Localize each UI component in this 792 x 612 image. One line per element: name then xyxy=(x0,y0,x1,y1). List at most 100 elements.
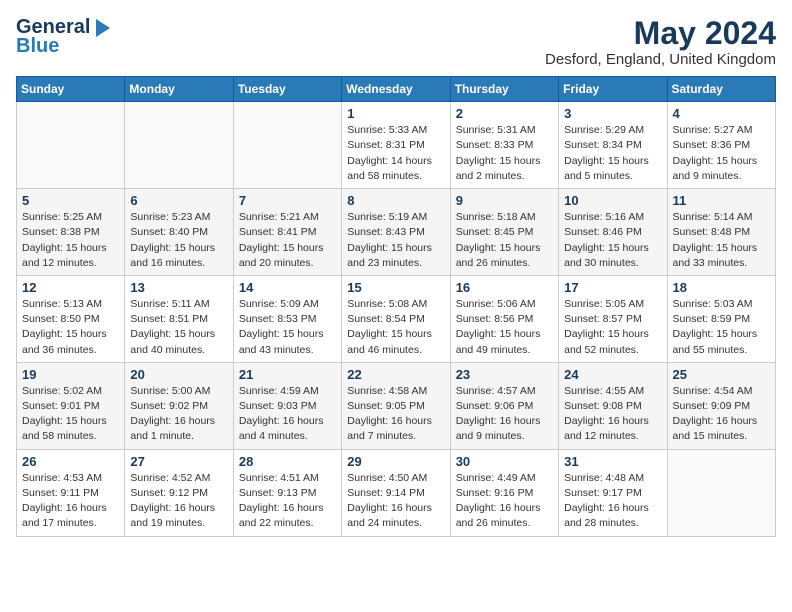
calendar-cell: 14Sunrise: 5:09 AMSunset: 8:53 PMDayligh… xyxy=(233,275,341,362)
calendar-cell: 29 Sunrise: 4:50 AMSunset: 9:14 PMDayligh… xyxy=(342,449,450,536)
day-info: Sunrise: 5:08 AMSunset: 8:54 PMDaylight:… xyxy=(347,297,444,358)
calendar-cell: 30 Sunrise: 4:49 AMSunset: 9:16 PMDayligh… xyxy=(450,449,558,536)
day-info: Sunrise: 5:25 AMSunset: 8:38 PMDaylight:… xyxy=(22,210,119,271)
location: Desford, England, United Kingdom xyxy=(545,51,776,68)
day-number: 5 xyxy=(22,193,119,208)
day-number: 8 xyxy=(347,193,444,208)
day-number: 24 xyxy=(564,367,661,382)
day-number: 19 xyxy=(22,367,119,382)
day-number: 12 xyxy=(22,280,119,295)
day-info: Sunrise: 5:09 AMSunset: 8:53 PMDaylight:… xyxy=(239,297,336,358)
calendar-body: 1 Sunrise: 5:33 AMSunset: 8:31 PMDaylight… xyxy=(17,102,776,536)
day-number: 7 xyxy=(239,193,336,208)
calendar-cell: 18Sunrise: 5:03 AMSunset: 8:59 PMDayligh… xyxy=(667,275,775,362)
calendar-cell xyxy=(125,102,233,189)
day-info: Sunrise: 4:53 AMSunset: 9:11 PMDaylight:… xyxy=(22,471,119,532)
day-info: Sunrise: 4:54 AMSunset: 9:09 PMDaylight:… xyxy=(673,384,770,445)
day-info: Sunrise: 5:11 AMSunset: 8:51 PMDaylight:… xyxy=(130,297,227,358)
page-header: General Blue May 2024 Desford, England, … xyxy=(16,16,776,68)
calendar-cell: 22 Sunrise: 4:58 AMSunset: 9:05 PMDayligh… xyxy=(342,362,450,449)
day-number: 30 xyxy=(456,454,553,469)
day-info: Sunrise: 5:23 AMSunset: 8:40 PMDaylight:… xyxy=(130,210,227,271)
calendar-cell: 6 Sunrise: 5:23 AMSunset: 8:40 PMDaylight… xyxy=(125,189,233,276)
calendar-week-row: 12 Sunrise: 5:13 AMSunset: 8:50 PMDayligh… xyxy=(17,275,776,362)
calendar-cell: 19Sunrise: 5:02 AMSunset: 9:01 PMDayligh… xyxy=(17,362,125,449)
calendar-cell xyxy=(233,102,341,189)
day-info: Sunrise: 4:51 AMSunset: 9:13 PMDaylight:… xyxy=(239,471,336,532)
day-info: Sunrise: 5:13 AMSunset: 8:50 PMDaylight:… xyxy=(22,297,119,358)
calendar-header: SundayMondayTuesdayWednesdayThursdayFrid… xyxy=(17,77,776,102)
day-number: 23 xyxy=(456,367,553,382)
day-info: Sunrise: 4:52 AMSunset: 9:12 PMDaylight:… xyxy=(130,471,227,532)
day-number: 20 xyxy=(130,367,227,382)
day-info: Sunrise: 5:00 AMSunset: 9:02 PMDaylight:… xyxy=(130,384,227,445)
calendar-cell: 12 Sunrise: 5:13 AMSunset: 8:50 PMDayligh… xyxy=(17,275,125,362)
day-info: Sunrise: 4:58 AMSunset: 9:05 PMDaylight:… xyxy=(347,384,444,445)
day-number: 2 xyxy=(456,106,553,121)
day-number: 26 xyxy=(22,454,119,469)
day-info: Sunrise: 4:50 AMSunset: 9:14 PMDaylight:… xyxy=(347,471,444,532)
day-number: 17 xyxy=(564,280,661,295)
day-info: Sunrise: 4:59 AMSunset: 9:03 PMDaylight:… xyxy=(239,384,336,445)
calendar-cell: 23Sunrise: 4:57 AMSunset: 9:06 PMDayligh… xyxy=(450,362,558,449)
calendar-week-row: 5 Sunrise: 5:25 AMSunset: 8:38 PMDaylight… xyxy=(17,189,776,276)
day-number: 1 xyxy=(347,106,444,121)
day-of-week-header: Monday xyxy=(125,77,233,102)
calendar-cell: 8 Sunrise: 5:19 AMSunset: 8:43 PMDaylight… xyxy=(342,189,450,276)
logo-blue: Blue xyxy=(16,35,59,58)
calendar-cell: 15Sunrise: 5:08 AMSunset: 8:54 PMDayligh… xyxy=(342,275,450,362)
day-number: 21 xyxy=(239,367,336,382)
day-number: 13 xyxy=(130,280,227,295)
day-number: 9 xyxy=(456,193,553,208)
day-info: Sunrise: 5:19 AMSunset: 8:43 PMDaylight:… xyxy=(347,210,444,271)
day-number: 16 xyxy=(456,280,553,295)
calendar-cell: 28 Sunrise: 4:51 AMSunset: 9:13 PMDayligh… xyxy=(233,449,341,536)
calendar-cell xyxy=(17,102,125,189)
day-number: 22 xyxy=(347,367,444,382)
day-number: 3 xyxy=(564,106,661,121)
calendar-cell: 20 Sunrise: 5:00 AMSunset: 9:02 PMDayligh… xyxy=(125,362,233,449)
calendar-cell: 16 Sunrise: 5:06 AMSunset: 8:56 PMDayligh… xyxy=(450,275,558,362)
calendar-cell: 7Sunrise: 5:21 AMSunset: 8:41 PMDaylight… xyxy=(233,189,341,276)
calendar-cell: 17Sunrise: 5:05 AMSunset: 8:57 PMDayligh… xyxy=(559,275,667,362)
calendar-cell: 1 Sunrise: 5:33 AMSunset: 8:31 PMDaylight… xyxy=(342,102,450,189)
header-row: SundayMondayTuesdayWednesdayThursdayFrid… xyxy=(17,77,776,102)
day-of-week-header: Friday xyxy=(559,77,667,102)
day-info: Sunrise: 5:29 AMSunset: 8:34 PMDaylight:… xyxy=(564,123,661,184)
calendar-cell: 26 Sunrise: 4:53 AMSunset: 9:11 PMDayligh… xyxy=(17,449,125,536)
day-info: Sunrise: 4:55 AMSunset: 9:08 PMDaylight:… xyxy=(564,384,661,445)
day-number: 4 xyxy=(673,106,770,121)
day-info: Sunrise: 4:48 AMSunset: 9:17 PMDaylight:… xyxy=(564,471,661,532)
day-number: 6 xyxy=(130,193,227,208)
calendar-week-row: 26 Sunrise: 4:53 AMSunset: 9:11 PMDayligh… xyxy=(17,449,776,536)
day-info: Sunrise: 4:49 AMSunset: 9:16 PMDaylight:… xyxy=(456,471,553,532)
calendar-cell: 5 Sunrise: 5:25 AMSunset: 8:38 PMDaylight… xyxy=(17,189,125,276)
calendar-cell: 4 Sunrise: 5:27 AMSunset: 8:36 PMDaylight… xyxy=(667,102,775,189)
day-info: Sunrise: 5:06 AMSunset: 8:56 PMDaylight:… xyxy=(456,297,553,358)
calendar-cell: 2 Sunrise: 5:31 AMSunset: 8:33 PMDaylight… xyxy=(450,102,558,189)
day-of-week-header: Thursday xyxy=(450,77,558,102)
day-of-week-header: Tuesday xyxy=(233,77,341,102)
calendar-cell: 10Sunrise: 5:16 AMSunset: 8:46 PMDayligh… xyxy=(559,189,667,276)
calendar-cell: 21 Sunrise: 4:59 AMSunset: 9:03 PMDayligh… xyxy=(233,362,341,449)
title-block: May 2024 Desford, England, United Kingdo… xyxy=(545,16,776,68)
day-info: Sunrise: 5:18 AMSunset: 8:45 PMDaylight:… xyxy=(456,210,553,271)
day-of-week-header: Saturday xyxy=(667,77,775,102)
day-number: 29 xyxy=(347,454,444,469)
calendar-week-row: 19Sunrise: 5:02 AMSunset: 9:01 PMDayligh… xyxy=(17,362,776,449)
calendar-cell: 31 Sunrise: 4:48 AMSunset: 9:17 PMDayligh… xyxy=(559,449,667,536)
calendar-cell: 11Sunrise: 5:14 AMSunset: 8:48 PMDayligh… xyxy=(667,189,775,276)
calendar-cell: 27 Sunrise: 4:52 AMSunset: 9:12 PMDayligh… xyxy=(125,449,233,536)
day-info: Sunrise: 5:33 AMSunset: 8:31 PMDaylight:… xyxy=(347,123,444,184)
calendar-cell: 25Sunrise: 4:54 AMSunset: 9:09 PMDayligh… xyxy=(667,362,775,449)
calendar-table: SundayMondayTuesdayWednesdayThursdayFrid… xyxy=(16,76,776,536)
day-number: 31 xyxy=(564,454,661,469)
logo-arrow-icon xyxy=(92,19,110,37)
day-info: Sunrise: 5:27 AMSunset: 8:36 PMDaylight:… xyxy=(673,123,770,184)
day-of-week-header: Wednesday xyxy=(342,77,450,102)
day-info: Sunrise: 5:31 AMSunset: 8:33 PMDaylight:… xyxy=(456,123,553,184)
day-number: 28 xyxy=(239,454,336,469)
day-number: 10 xyxy=(564,193,661,208)
calendar-cell: 9 Sunrise: 5:18 AMSunset: 8:45 PMDaylight… xyxy=(450,189,558,276)
day-number: 27 xyxy=(130,454,227,469)
